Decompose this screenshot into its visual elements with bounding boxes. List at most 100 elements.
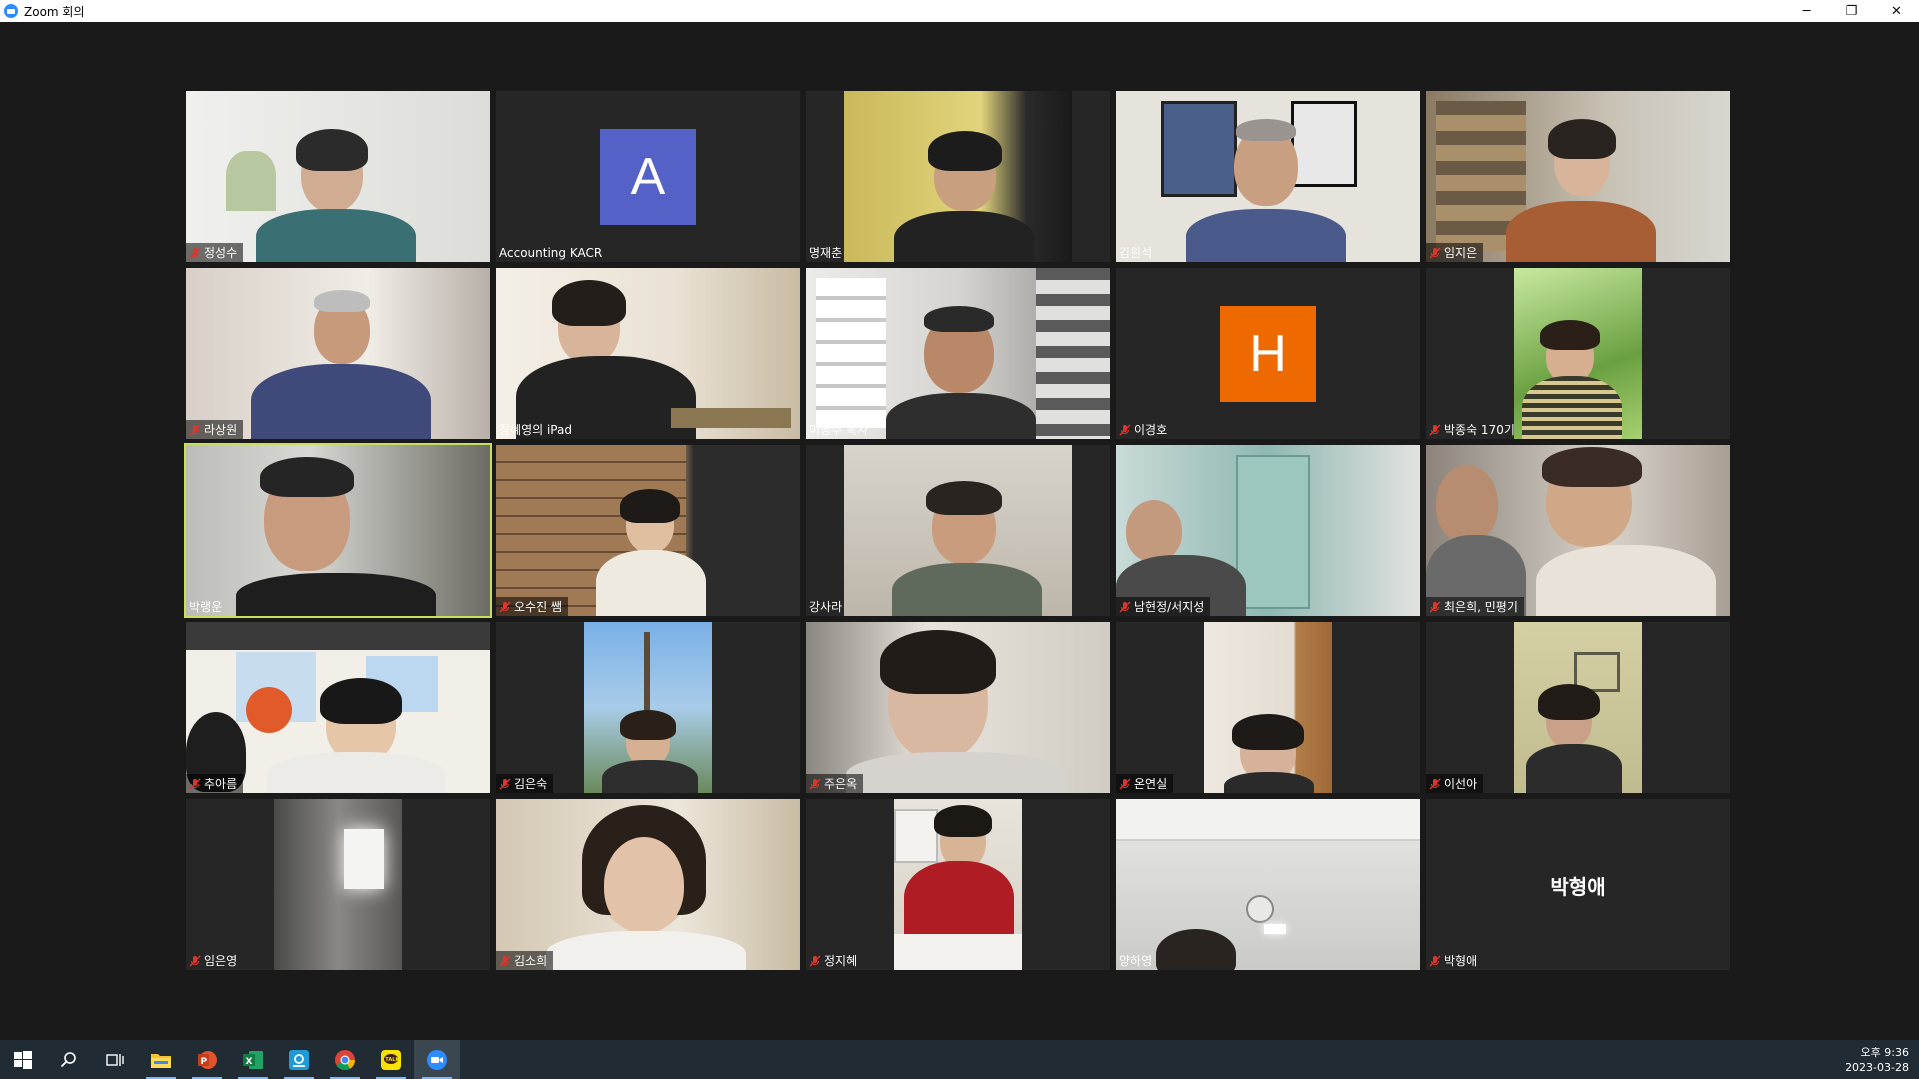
participant-tile[interactable]: 남현정/서지성 xyxy=(1116,445,1420,616)
muted-mic-icon xyxy=(499,955,511,967)
clock-date: 2023-03-28 xyxy=(1845,1060,1909,1074)
zoom-icon[interactable] xyxy=(414,1040,460,1079)
participant-tile[interactable]: 추아름 xyxy=(186,622,490,793)
restore-button[interactable]: ❐ xyxy=(1829,0,1874,22)
participant-tile[interactable]: 주은옥 xyxy=(806,622,1110,793)
participant-tile[interactable]: 김소희 xyxy=(496,799,800,970)
participant-tile[interactable]: 임은영 xyxy=(186,799,490,970)
participant-tile[interactable]: 김은숙 xyxy=(496,622,800,793)
participant-nameplate: 추아름 xyxy=(186,774,244,793)
video-feed xyxy=(806,622,1110,793)
participant-tile[interactable]: 박형애 박형애 xyxy=(1426,799,1730,970)
svg-text:TALK: TALK xyxy=(385,1057,400,1063)
participant-tile[interactable]: 김원석 xyxy=(1116,91,1420,262)
video-feed xyxy=(844,445,1072,616)
active-speaker-tile[interactable]: 박랭운 xyxy=(184,443,492,618)
participant-nameplate: 박랭운 xyxy=(186,597,228,616)
participant-name: 김은숙 xyxy=(514,777,548,791)
participant-nameplate: 주은옥 xyxy=(806,774,864,793)
video-feed xyxy=(186,445,490,616)
participant-tile[interactable]: 강사라 xyxy=(806,445,1110,616)
participant-tile[interactable]: 라상원 xyxy=(186,268,490,439)
participant-name: 이병주 목사 xyxy=(809,423,869,437)
video-feed xyxy=(496,799,800,970)
participant-tile[interactable]: 최은희, 민평기 xyxy=(1426,445,1730,616)
participant-name: 라상원 xyxy=(204,423,238,437)
excel-icon[interactable]: X xyxy=(230,1040,276,1079)
video-feed xyxy=(496,445,800,616)
video-feed xyxy=(806,268,1110,439)
window-title-bar: Zoom 회의 ─ ❐ ✕ xyxy=(0,0,1919,22)
participant-name-display: 박형애 xyxy=(1550,875,1606,899)
video-feed xyxy=(1116,799,1420,970)
video-feed xyxy=(1116,445,1420,616)
muted-mic-icon xyxy=(1119,601,1131,613)
participant-tile[interactable]: 명재춘 xyxy=(806,91,1110,262)
participant-tile[interactable]: 임지은 xyxy=(1426,91,1730,262)
svg-text:X: X xyxy=(246,1057,253,1067)
participant-nameplate: 명재춘 xyxy=(806,243,848,262)
participant-nameplate: 온연실 xyxy=(1116,774,1174,793)
close-button[interactable]: ✕ xyxy=(1874,0,1919,22)
participant-nameplate: 정지혜 xyxy=(806,951,863,970)
muted-mic-icon xyxy=(189,424,201,436)
participant-nameplate: 정성수 xyxy=(186,243,244,262)
participant-nameplate: 남현정/서지성 xyxy=(1116,597,1211,616)
participant-name: 장혜영의 iPad xyxy=(499,423,572,437)
muted-mic-icon xyxy=(499,601,511,613)
participant-nameplate: 강사라 xyxy=(806,597,848,616)
search-icon[interactable] xyxy=(46,1040,92,1079)
participant-tile[interactable]: A Accounting KACR xyxy=(496,91,800,262)
participant-nameplate: 임은영 xyxy=(186,951,243,970)
file-explorer-icon[interactable] xyxy=(138,1040,184,1079)
video-feed xyxy=(186,91,490,262)
participant-nameplate: 박종숙 170기 xyxy=(1426,420,1521,439)
participant-name: 강사라 xyxy=(809,600,843,614)
participant-tile[interactable]: 이병주 목사 xyxy=(806,268,1110,439)
clock-time: 오후 9:36 xyxy=(1860,1045,1909,1059)
participant-name: 정지혜 xyxy=(824,954,858,968)
participant-tile[interactable]: 오수진 쌤 xyxy=(496,445,800,616)
minimize-button[interactable]: ─ xyxy=(1784,0,1829,22)
muted-mic-icon xyxy=(1429,601,1441,613)
hangul-icon[interactable] xyxy=(276,1040,322,1079)
zoom-app-icon xyxy=(4,4,18,18)
task-view-icon[interactable] xyxy=(92,1040,138,1079)
participant-tile[interactable]: 양하영 xyxy=(1116,799,1420,970)
participant-name: 임은영 xyxy=(204,954,238,968)
video-feed xyxy=(1426,91,1730,262)
video-feed xyxy=(584,622,712,793)
video-feed xyxy=(894,799,1022,970)
participant-nameplate: 오수진 쌤 xyxy=(496,597,568,616)
participant-tile[interactable]: 장혜영의 iPad xyxy=(496,268,800,439)
meeting-stage: 정성수 A Accounting KACR 명재춘 김원석 임지은 라상원 장혜… xyxy=(0,22,1919,1040)
participant-nameplate: 박형애 xyxy=(1426,951,1483,970)
participant-tile[interactable]: 정성수 xyxy=(186,91,490,262)
muted-mic-icon xyxy=(1429,247,1441,259)
powerpoint-icon[interactable]: P xyxy=(184,1040,230,1079)
participant-tile[interactable]: 이선아 xyxy=(1426,622,1730,793)
video-feed xyxy=(1204,622,1332,793)
windows-start-icon[interactable] xyxy=(0,1040,46,1079)
participant-name: 박종숙 170기 xyxy=(1444,423,1515,437)
window-title: Zoom 회의 xyxy=(24,4,85,19)
participant-name: 이선아 xyxy=(1444,777,1478,791)
chrome-icon[interactable] xyxy=(322,1040,368,1079)
participant-tile[interactable]: H 이경호 xyxy=(1116,268,1420,439)
taskbar-clock[interactable]: 오후 9:36 2023-03-28 xyxy=(1845,1040,1909,1079)
participant-name: Accounting KACR xyxy=(499,245,603,260)
participant-tile[interactable]: 온연실 xyxy=(1116,622,1420,793)
participant-name: 양하영 xyxy=(1119,954,1153,968)
kakaotalk-icon[interactable]: TALK xyxy=(368,1040,414,1079)
video-feed xyxy=(1116,91,1420,262)
video-feed xyxy=(1514,268,1642,439)
muted-mic-icon xyxy=(189,778,201,790)
muted-mic-icon xyxy=(499,778,511,790)
muted-mic-icon xyxy=(189,247,201,259)
video-feed xyxy=(844,91,1072,262)
participant-nameplate: 장혜영의 iPad xyxy=(496,420,578,439)
participant-tile[interactable]: 박종숙 170기 xyxy=(1426,268,1730,439)
participant-nameplate: 양하영 xyxy=(1116,951,1158,970)
participant-name: 이경호 xyxy=(1134,423,1168,437)
participant-tile[interactable]: 정지혜 xyxy=(806,799,1110,970)
